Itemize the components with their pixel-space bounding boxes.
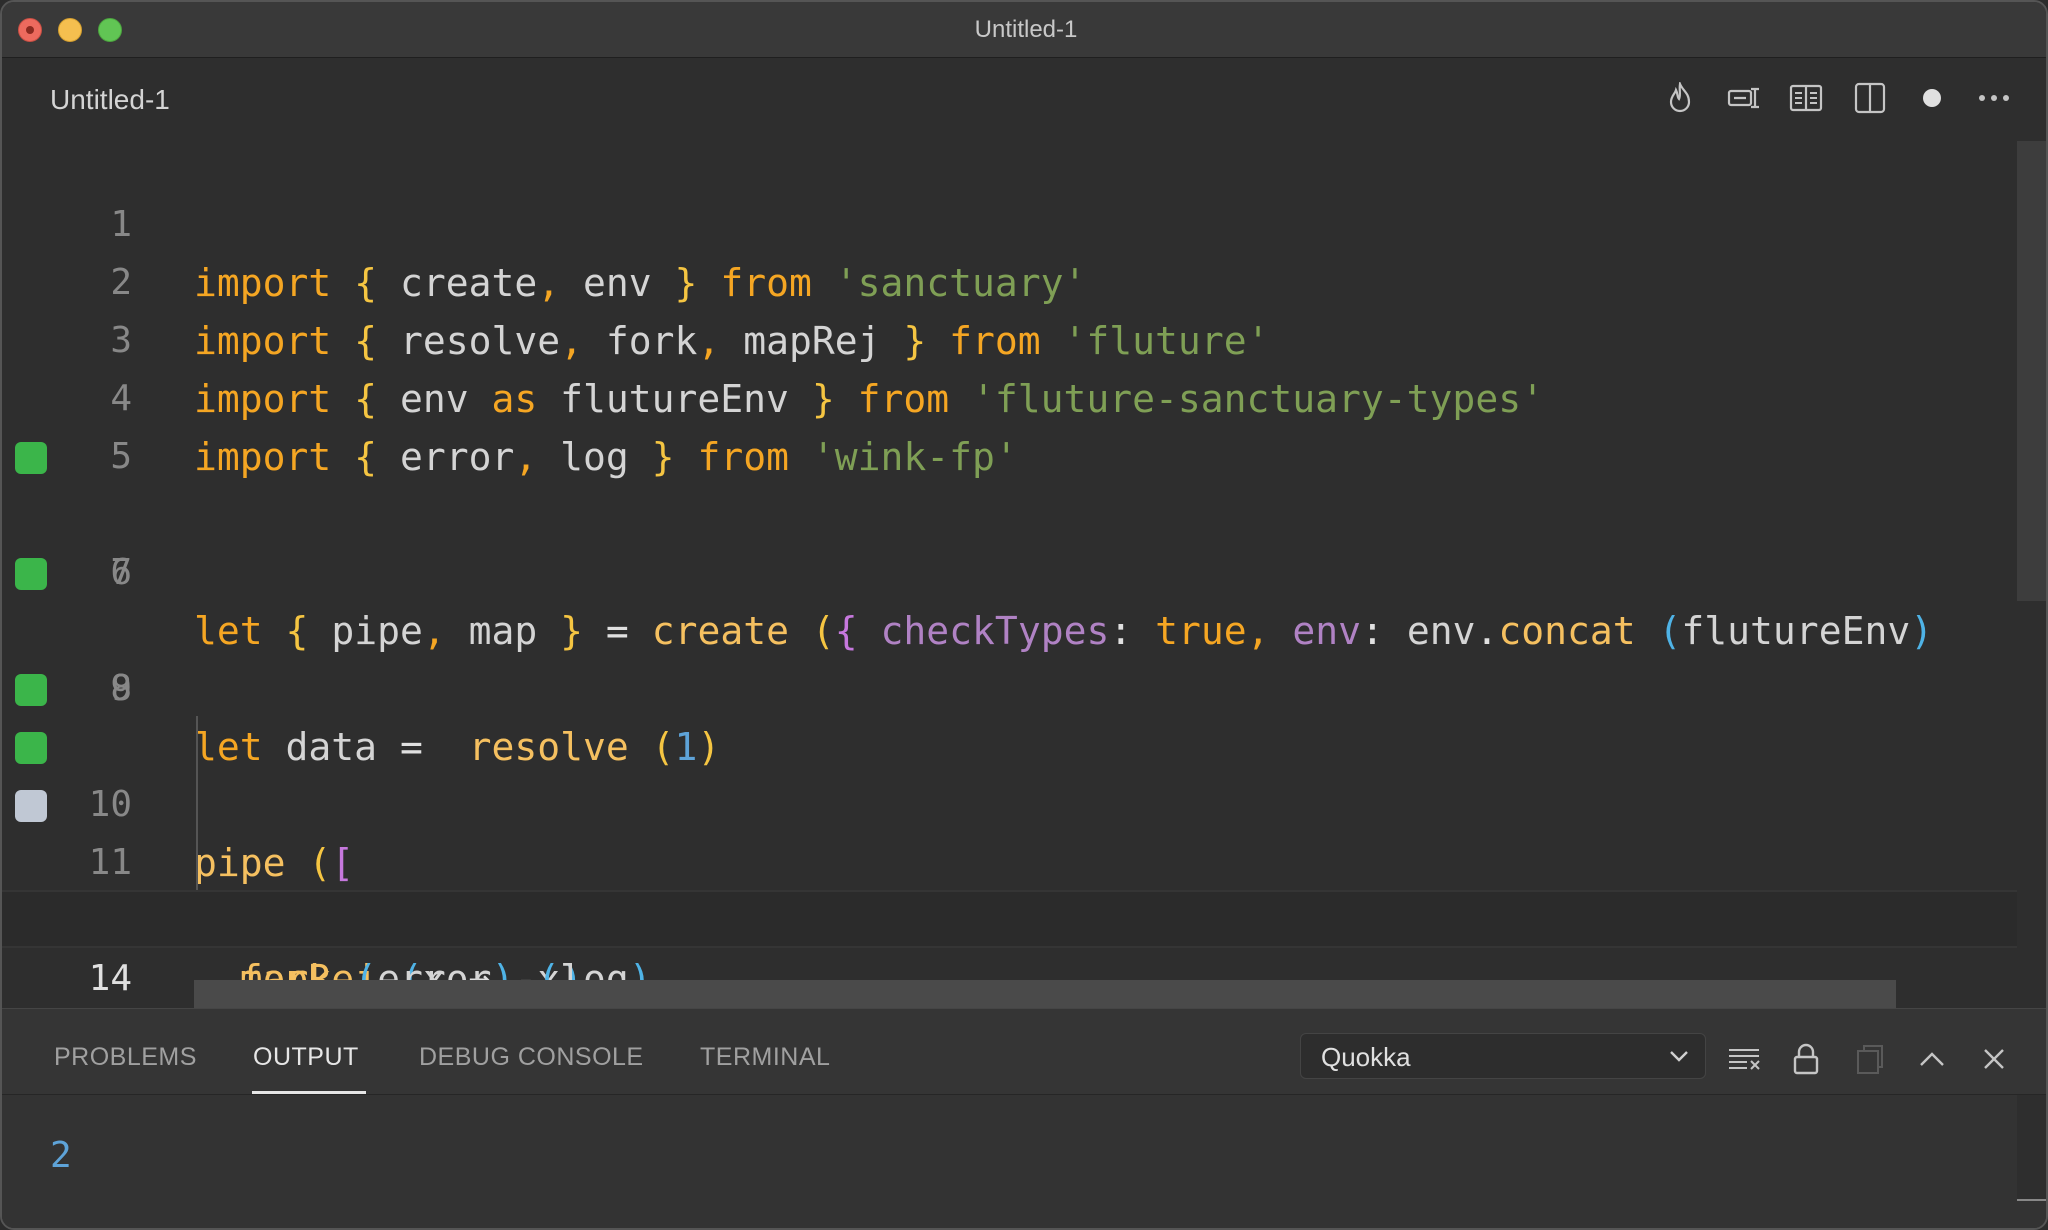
code-line[interactable]: 9	[2, 602, 2017, 709]
title-bar: Untitled-1	[2, 2, 2046, 58]
maximize-panel-icon[interactable]	[1914, 1041, 1950, 1077]
output-channel-select[interactable]: Quokka	[1300, 1033, 1706, 1079]
output-text: 2	[50, 1135, 72, 1176]
code-line[interactable]: 11 map (x ⇒ x + 1),	[2, 718, 2017, 943]
chevron-down-icon	[1667, 1044, 1691, 1068]
editor-tab-bar: Untitled-1	[2, 58, 2046, 138]
code-line[interactable]: 4 import { error, log } from 'wink-fp'	[2, 312, 2017, 479]
lock-scroll-icon[interactable]	[1788, 1041, 1824, 1077]
bottom-panel: PROBLEMS OUTPUT DEBUG CONSOLE TERMINAL Q…	[2, 1008, 2046, 1228]
editor-vertical-scrollbar[interactable]	[2017, 141, 2046, 601]
coverage-marker	[15, 558, 47, 590]
code-line[interactable]: 10 pipe ([	[2, 660, 2017, 885]
code-line[interactable]: 13 fork (error) (log)	[2, 834, 2017, 1001]
indent-guide	[196, 716, 198, 890]
tab-untitled[interactable]: Untitled-1	[50, 84, 170, 116]
code-line[interactable]: 2 import { resolve, fork, mapRej } from …	[2, 196, 2017, 363]
clear-output-icon[interactable]	[1726, 1041, 1762, 1077]
code-line[interactable]: 3 import { env as flutureEnv } from 'flu…	[2, 254, 2017, 421]
output-channel-value: Quokka	[1321, 1042, 1411, 1072]
coverage-marker	[15, 442, 47, 474]
open-preview-icon[interactable]	[1788, 80, 1824, 116]
active-tab-indicator	[252, 1091, 366, 1094]
open-log-icon[interactable]	[1852, 1041, 1888, 1077]
run-output-icon[interactable]	[1726, 80, 1762, 116]
coverage-marker	[15, 790, 47, 822]
flame-icon[interactable]	[1662, 80, 1698, 116]
tab-terminal[interactable]: TERMINAL	[700, 1043, 830, 1072]
output-pane[interactable]: 2	[2, 1095, 2046, 1228]
code-line[interactable]: 1 import { create, env } from 'sanctuary…	[2, 138, 2017, 305]
editor-window: Untitled-1 Untitled-1 1 import { create,…	[0, 0, 2048, 1230]
tab-output[interactable]: OUTPUT	[253, 1043, 359, 1072]
panel-tab-bar: PROBLEMS OUTPUT DEBUG CONSOLE TERMINAL Q…	[2, 1009, 2046, 1095]
code-line[interactable]: 5	[2, 370, 2017, 477]
code-line[interactable]: 8 let data = resolve (1)	[2, 544, 2017, 769]
window-title: Untitled-1	[974, 16, 1078, 43]
code-line[interactable]: 12 mapRej (x ⇒ -x),	[2, 776, 2017, 1001]
code-editor[interactable]: 1 import { create, env } from 'sanctuary…	[2, 138, 2046, 1059]
code-line-current[interactable]: 14 ]) (data)	[2, 890, 2017, 1059]
coverage-marker	[15, 674, 47, 706]
code-line[interactable]: 7	[2, 486, 2017, 593]
unsaved-dot-icon[interactable]	[1914, 80, 1950, 116]
tab-problems[interactable]: PROBLEMS	[54, 1043, 197, 1072]
output-scrollbar[interactable]	[2017, 1095, 2046, 1201]
editor-horizontal-scrollbar[interactable]	[194, 980, 1896, 1008]
code-line[interactable]: 6 let { pipe, map } = create ({ checkTyp…	[2, 428, 2017, 653]
coverage-marker	[15, 732, 47, 764]
line-number: 14	[88, 958, 132, 999]
close-panel-icon[interactable]	[1976, 1041, 2012, 1077]
tab-debug-console[interactable]: DEBUG CONSOLE	[419, 1043, 644, 1072]
more-actions-icon[interactable]	[1976, 80, 2012, 116]
split-editor-icon[interactable]	[1852, 80, 1888, 116]
